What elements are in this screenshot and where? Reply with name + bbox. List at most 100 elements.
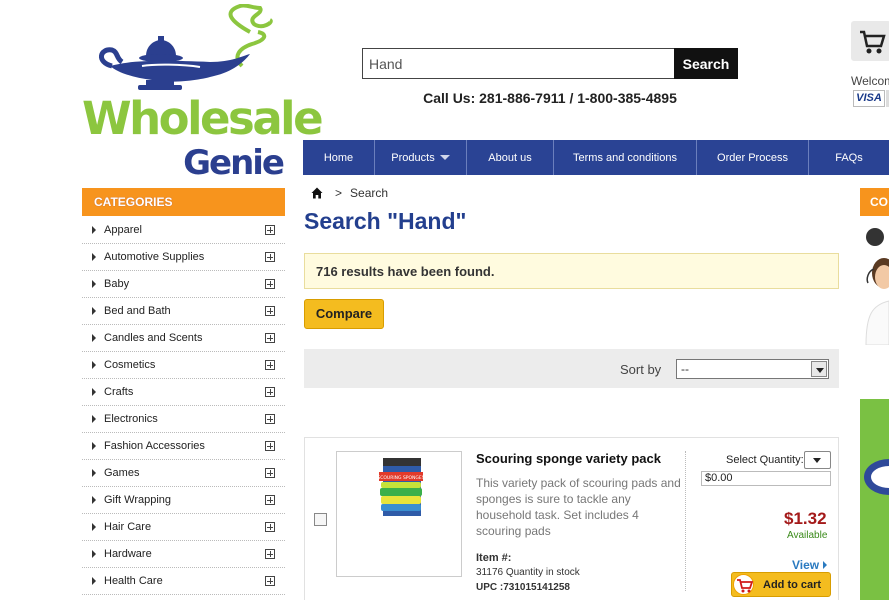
chevron-right-icon [92,307,96,315]
view-link[interactable]: View [792,558,828,572]
search-button[interactable]: Search [674,48,738,79]
category-item[interactable]: Candles and Scents [82,325,285,352]
stock-text: 31176 Quantity in stock [476,567,580,578]
product-image[interactable]: SCOURING SPONGES [336,451,462,577]
product-description: This variety pack of scouring pads and s… [476,476,681,538]
expand-plus-icon[interactable] [265,522,275,532]
chevron-right-icon [92,442,96,450]
category-item[interactable]: Baby [82,271,285,298]
breadcrumb-separator: > [335,186,343,200]
category-item[interactable]: Hardware [82,541,285,568]
category-label: Health Care [104,575,163,587]
chevron-down-icon[interactable] [811,361,827,377]
welcome-text: Welcom [851,74,889,88]
upc-text: UPC :731015141258 [476,582,570,593]
compare-checkbox[interactable] [314,513,327,526]
expand-plus-icon[interactable] [265,279,275,289]
breadcrumb-current: Search [350,186,389,200]
add-to-cart-button[interactable]: Add to cart [731,572,831,597]
scouring-sponge-image: SCOURING SPONGES [377,458,425,516]
category-item[interactable]: Cosmetics [82,352,285,379]
compare-button[interactable]: Compare [304,299,384,329]
category-label: Automotive Supplies [104,251,205,263]
category-label: Candles and Scents [104,332,203,344]
chevron-right-icon [92,415,96,423]
category-label: Crafts [104,386,134,398]
categories-heading: CATEGORIES [82,188,285,216]
quantity-select[interactable] [804,451,831,469]
category-item[interactable]: Bed and Bath [82,298,285,325]
category-item[interactable]: Gift Wrapping [82,487,285,514]
call-us-text: Call Us: 281-886-7911 / 1-800-385-4895 [423,90,677,106]
category-item[interactable]: Games [82,460,285,487]
expand-plus-icon[interactable] [265,414,275,424]
chevron-right-icon [92,388,96,396]
expand-plus-icon[interactable] [265,306,275,316]
nav-faqs[interactable]: FAQs [809,140,889,175]
divider [685,451,686,591]
product-price: $1.32 [784,509,827,528]
category-label: Fashion Accessories [104,440,205,452]
visa-card-icon: VISA [853,90,885,107]
category-label: Hardware [104,548,152,560]
support-agent-image [862,255,889,345]
image-label: SCOURING SPONGES [377,475,424,481]
chevron-right-icon [92,496,96,504]
nav-terms[interactable]: Terms and conditions [554,140,697,175]
expand-plus-icon[interactable] [265,576,275,586]
category-item[interactable]: Crafts [82,379,285,406]
expand-plus-icon[interactable] [265,468,275,478]
results-notice: 716 results have been found. [304,253,839,289]
logo-wordmark-line1: Wholesale [82,92,324,145]
page-title: Search "Hand" [304,208,467,234]
chevron-right-icon [92,469,96,477]
category-label: Games [104,467,140,479]
categories-list: Apparel Automotive Supplies Baby Bed and… [82,217,285,595]
category-item[interactable]: Apparel [82,217,285,244]
quantity-total: $0.00 [701,471,831,486]
chevron-right-icon [92,523,96,531]
chevron-right-icon [92,577,96,585]
expand-plus-icon[interactable] [265,360,275,370]
expand-plus-icon[interactable] [265,387,275,397]
page: Wholesale Genie Search Call Us: 281-886-… [0,0,889,600]
product-title[interactable]: Scouring sponge variety pack [476,451,661,466]
nav-order-process[interactable]: Order Process [697,140,809,175]
site-logo[interactable]: Wholesale Genie [82,4,324,184]
quantity-label: Select Quantity: [726,454,804,466]
expand-plus-icon[interactable] [265,333,275,343]
phone-icon [866,228,884,246]
sort-value: -- [681,362,689,376]
expand-plus-icon[interactable] [265,252,275,262]
nav-home[interactable]: Home [303,140,375,175]
cart-icon [733,574,754,595]
chevron-right-icon [92,280,96,288]
chevron-right-icon [823,561,828,569]
expand-plus-icon[interactable] [265,549,275,559]
nav-about-us[interactable]: About us [467,140,554,175]
category-item[interactable]: Hair Care [82,514,285,541]
category-label: Apparel [104,224,142,236]
sort-select[interactable]: -- [676,359,829,379]
sort-label: Sort by [620,362,662,377]
category-item[interactable]: Fashion Accessories [82,433,285,460]
home-icon[interactable] [311,187,323,199]
category-item[interactable]: Electronics [82,406,285,433]
search-input[interactable] [362,48,674,79]
expand-plus-icon[interactable] [265,225,275,235]
category-label: Electronics [104,413,158,425]
genie-lamp-icon [99,4,273,90]
promo-banner[interactable] [860,399,889,600]
header-cart-button[interactable] [851,21,889,61]
logo-wordmark-line2: Genie [183,143,285,183]
category-item[interactable]: Health Care [82,568,285,595]
category-item[interactable]: Automotive Supplies [82,244,285,271]
chevron-right-icon [92,550,96,558]
category-label: Gift Wrapping [104,494,172,506]
expand-plus-icon[interactable] [265,495,275,505]
item-number-label: Item #: [476,552,512,564]
nav-products[interactable]: Products [375,140,467,175]
chevron-right-icon [92,334,96,342]
expand-plus-icon[interactable] [265,441,275,451]
product-card: SCOURING SPONGES Scouring sponge variety… [304,437,839,600]
